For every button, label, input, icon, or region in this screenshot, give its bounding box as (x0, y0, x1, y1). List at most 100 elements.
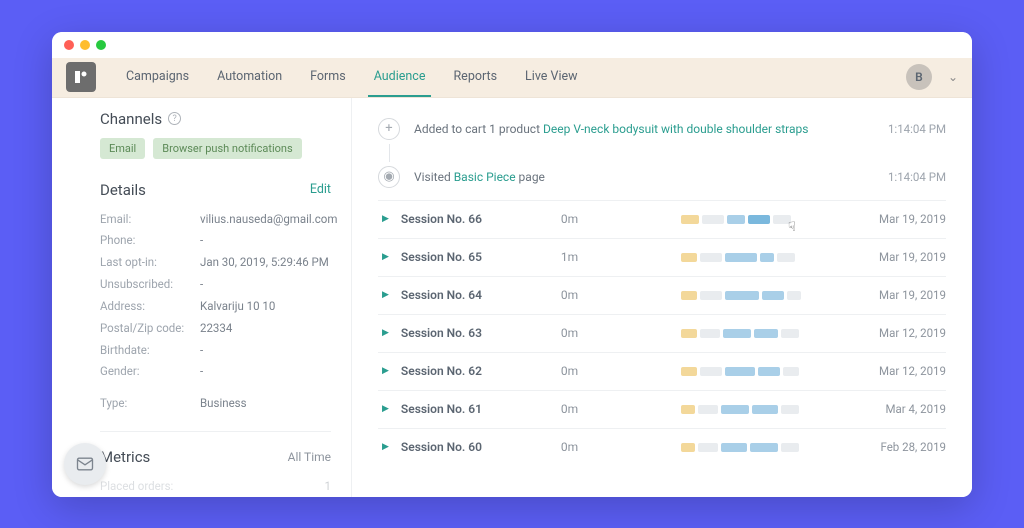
session-duration: 0m (561, 364, 681, 378)
session-bar-segment (698, 443, 718, 452)
session-bars (681, 443, 846, 452)
detail-row: Email:vilius.nauseda@gmail.com (100, 209, 331, 231)
session-bar-segment (758, 367, 780, 376)
session-bar-segment (748, 215, 770, 224)
metrics-range-dropdown[interactable]: All Time (288, 450, 331, 464)
nav-item-forms[interactable]: Forms (296, 57, 360, 97)
details-header: Details Edit (100, 181, 331, 199)
session-bar-segment (700, 253, 722, 262)
session-duration: 0m (561, 212, 681, 226)
nav-item-automation[interactable]: Automation (203, 57, 296, 97)
session-bars (681, 291, 846, 300)
session-bar-segment (721, 443, 747, 452)
session-date: Mar 12, 2019 (846, 326, 946, 340)
session-row[interactable]: ▶Session No. 610mMar 4, 2019 (378, 390, 946, 428)
divider (100, 431, 331, 432)
expand-triangle-icon[interactable]: ▶ (382, 442, 389, 452)
session-row[interactable]: ▶Session No. 640mMar 19, 2019 (378, 276, 946, 314)
session-bars (681, 367, 846, 376)
edit-button[interactable]: Edit (310, 182, 331, 197)
session-bar-segment (754, 329, 778, 338)
activity-link[interactable]: Basic Piece (454, 170, 516, 184)
session-bar-segment (698, 405, 718, 414)
session-bar-segment (681, 367, 697, 376)
channel-pills: Email Browser push notifications (100, 138, 331, 159)
session-bar-segment (781, 443, 799, 452)
session-date: Feb 28, 2019 (846, 440, 946, 454)
top-nav-bar: CampaignsAutomationFormsAudienceReportsL… (52, 58, 972, 98)
detail-value: - (200, 274, 203, 296)
main-nav: CampaignsAutomationFormsAudienceReportsL… (112, 57, 592, 97)
session-bar-segment (723, 329, 751, 338)
detail-row: Last opt-in:Jan 30, 2019, 5:29:46 PM (100, 252, 331, 274)
session-bar-segment (702, 215, 724, 224)
nav-item-live-view[interactable]: Live View (511, 57, 592, 97)
detail-value: - (200, 361, 203, 383)
session-bars (681, 405, 846, 414)
detail-row: Unsubscribed:- (100, 274, 331, 296)
metric-value: 1 (325, 476, 331, 496)
detail-label: Email: (100, 209, 190, 231)
window-close-icon[interactable] (64, 40, 74, 50)
nav-item-reports[interactable]: Reports (439, 57, 511, 97)
session-bars (681, 329, 846, 338)
detail-label: Address: (100, 296, 190, 318)
expand-triangle-icon[interactable]: ▶ (382, 328, 389, 338)
session-bar-segment (760, 253, 774, 262)
activity-feed: +Added to cart 1 product Deep V-neck bod… (378, 114, 946, 192)
session-duration: 0m (561, 326, 681, 340)
brand-logo-icon[interactable] (66, 62, 96, 92)
detail-label: Type: (100, 393, 190, 415)
user-avatar[interactable]: B (906, 64, 932, 90)
session-name: Session No. 62 (401, 364, 561, 378)
detail-value: - (200, 230, 203, 252)
window-maximize-icon[interactable] (96, 40, 106, 50)
chevron-down-icon[interactable]: ⌄ (948, 70, 958, 84)
session-bar-segment (681, 291, 697, 300)
session-date: Mar 19, 2019 (846, 212, 946, 226)
session-row[interactable]: ▶ Session No. 630m Mar 12, 2019 (378, 314, 946, 352)
session-bar-segment (700, 291, 722, 300)
session-row[interactable]: ▶Session No. 651mMar 19, 2019 (378, 238, 946, 276)
session-name: Session No. 63 (401, 326, 561, 340)
session-date: Mar 19, 2019 (846, 250, 946, 264)
expand-triangle-icon[interactable]: ▶ (382, 404, 389, 414)
session-bar-segment (787, 291, 801, 300)
channel-pill[interactable]: Email (100, 138, 145, 159)
detail-row: Phone:- (100, 230, 331, 252)
session-bar-segment (681, 215, 699, 224)
eye-icon: ◉ (378, 166, 400, 188)
detail-value: Business (200, 393, 247, 415)
detail-value: Kalvariju 10 10 (200, 296, 275, 318)
session-row[interactable]: ▶Session No. 660mMar 19, 2019 (378, 200, 946, 238)
activity-link[interactable]: Deep V-neck bodysuit with double shoulde… (543, 122, 808, 136)
detail-value: vilius.nauseda@gmail.com (200, 209, 337, 231)
session-row[interactable]: ▶Session No. 620mMar 12, 2019 (378, 352, 946, 390)
detail-row: Gender:- (100, 361, 331, 383)
detail-label: Last opt-in: (100, 252, 190, 274)
content-area: Channels ? EmailBrowser push notificatio… (52, 98, 972, 497)
detail-row: Address: Kalvariju 10 10 (100, 296, 331, 318)
details-title-text: Details (100, 181, 146, 199)
detail-row-type: Type: Business (100, 393, 331, 415)
session-name: Session No. 60 (401, 440, 561, 454)
detail-row: Birthdate:- (100, 340, 331, 362)
channel-pill[interactable]: Browser push notifications (153, 138, 301, 159)
session-bar-segment (781, 329, 799, 338)
metric-label: Placed orders: (100, 476, 190, 496)
help-icon[interactable]: ? (168, 112, 181, 125)
detail-label: Phone: (100, 230, 190, 252)
expand-triangle-icon[interactable]: ▶ (382, 290, 389, 300)
session-row[interactable]: ▶Session No. 600mFeb 28, 2019 (378, 428, 946, 466)
detail-label: Unsubscribed: (100, 274, 190, 296)
expand-triangle-icon[interactable]: ▶ (382, 214, 389, 224)
expand-triangle-icon[interactable]: ▶ (382, 252, 389, 262)
window-minimize-icon[interactable] (80, 40, 90, 50)
message-fab[interactable] (64, 443, 106, 485)
sessions-list: ▶Session No. 660mMar 19, 2019▶Session No… (378, 200, 946, 466)
expand-triangle-icon[interactable]: ▶ (382, 366, 389, 376)
nav-item-campaigns[interactable]: Campaigns (112, 57, 203, 97)
session-bars (681, 253, 846, 262)
session-bar-segment (777, 253, 795, 262)
nav-item-audience[interactable]: Audience (360, 57, 440, 97)
